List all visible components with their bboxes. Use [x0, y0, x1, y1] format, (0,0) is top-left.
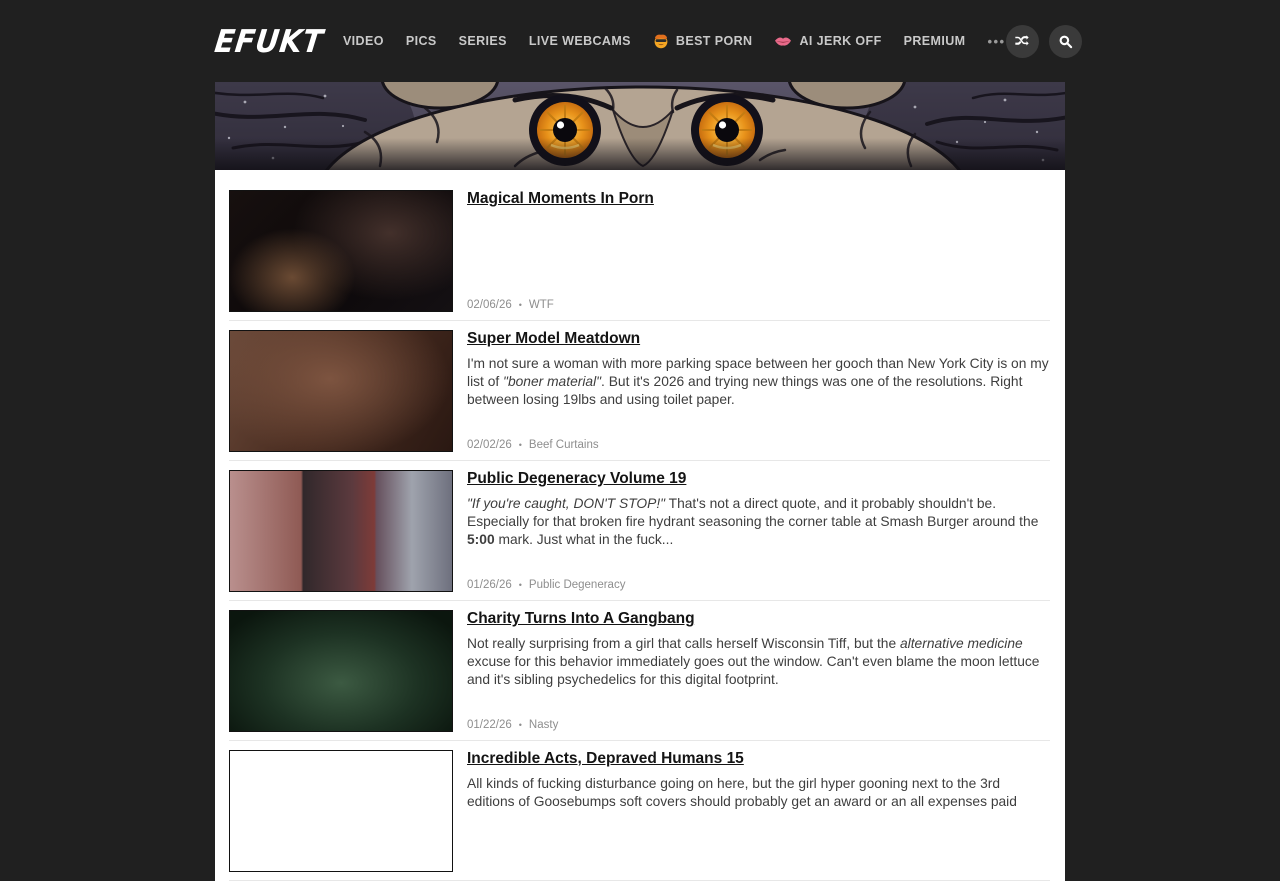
video-entry: Public Degeneracy Volume 19 "If you're c…: [229, 470, 1050, 601]
entry-body: Incredible Acts, Depraved Humans 15 All …: [467, 750, 1050, 872]
entry-body: Public Degeneracy Volume 19 "If you're c…: [467, 470, 1050, 592]
owl-illustration: [215, 82, 1065, 170]
entry-description: Not really surprising from a girl that c…: [467, 635, 1050, 689]
video-entry: Incredible Acts, Depraved Humans 15 All …: [229, 750, 1050, 881]
nav-item-label: SERIES: [459, 34, 507, 48]
nav-item-best-porn[interactable]: BEST PORN: [653, 33, 753, 49]
nav-item: BEST PORN: [653, 33, 753, 49]
video-thumbnail[interactable]: [229, 750, 453, 872]
meta-separator-dot: •: [519, 300, 522, 311]
nav-item-more[interactable]: •••: [987, 34, 1005, 49]
nav-item-ai-jerk-off[interactable]: AI JERK OFF: [774, 34, 881, 48]
video-thumbnail[interactable]: [229, 330, 453, 452]
meta-separator-dot: •: [519, 580, 522, 591]
nav-item: AI JERK OFF: [774, 34, 881, 48]
top-bar: EFUKT VIDEO PICS SERIES LIVE WEBCAMS BEST PO…: [215, 0, 1065, 82]
description-text: excuse for this behavior immediately goe…: [467, 654, 1039, 687]
nav-item-label: PICS: [406, 34, 437, 48]
nav-item: SERIES: [459, 34, 507, 48]
entry-description: I'm not sure a woman with more parking s…: [467, 355, 1050, 409]
entry-title: Incredible Acts, Depraved Humans 15: [467, 750, 1050, 768]
shuffle-button[interactable]: [1006, 25, 1039, 58]
description-text: mark. Just what in the fuck...: [495, 532, 674, 547]
nav-item-pics[interactable]: PICS: [406, 34, 437, 48]
entry-title-link[interactable]: Super Model Meatdown: [467, 330, 640, 347]
video-list: Magical Moments In Porn 02/06/26 • WTF S…: [215, 170, 1065, 881]
nav-item-label: VIDEO: [343, 34, 384, 48]
entry-date: 02/06/26: [467, 299, 512, 311]
entry-title-link[interactable]: Public Degeneracy Volume 19: [467, 470, 686, 487]
header-actions: [1006, 25, 1082, 58]
entry-title-link[interactable]: Magical Moments In Porn: [467, 190, 654, 207]
description-text: Not really surprising from a girl that c…: [467, 636, 900, 651]
entry-title-link[interactable]: Charity Turns Into A Gangbang: [467, 610, 695, 627]
video-thumbnail[interactable]: [229, 190, 453, 312]
lips-icon: [774, 35, 792, 48]
nav-item: LIVE WEBCAMS: [529, 34, 631, 48]
search-icon: [1058, 34, 1073, 49]
search-button[interactable]: [1049, 25, 1082, 58]
entry-category-link[interactable]: WTF: [529, 299, 554, 311]
logo[interactable]: EFUKT: [213, 23, 325, 60]
entry-date: 01/26/26: [467, 579, 512, 591]
description-text: "If you're caught, DON'T STOP!": [467, 496, 665, 511]
nav-item-label: •••: [987, 34, 1005, 49]
page-column: EFUKT VIDEO PICS SERIES LIVE WEBCAMS BEST PO…: [215, 0, 1065, 881]
description-text: alternative medicine: [900, 636, 1023, 651]
entry-description: "If you're caught, DON'T STOP!" That's n…: [467, 495, 1050, 549]
entry-body: Charity Turns Into A Gangbang Not really…: [467, 610, 1050, 732]
main-nav: VIDEO PICS SERIES LIVE WEBCAMS BEST PORN AI J…: [343, 33, 1006, 49]
entry-meta: 02/02/26 • Beef Curtains: [467, 439, 1050, 452]
entry-category-link[interactable]: Beef Curtains: [529, 439, 599, 451]
shuffle-icon: [1014, 33, 1030, 49]
video-entry: Magical Moments In Porn 02/06/26 • WTF: [229, 190, 1050, 321]
description-text: All kinds of fucking disturbance going o…: [467, 776, 1017, 809]
emoji-face-icon: [653, 33, 669, 49]
entry-meta: 02/06/26 • WTF: [467, 299, 1050, 312]
entry-title: Public Degeneracy Volume 19: [467, 470, 1050, 488]
nav-item-live-webcams[interactable]: LIVE WEBCAMS: [529, 34, 631, 48]
nav-item: •••: [987, 34, 1005, 49]
nav-item: PREMIUM: [904, 34, 966, 48]
banner-owl-artwork[interactable]: [215, 82, 1065, 170]
entry-title: Super Model Meatdown: [467, 330, 1050, 348]
video-thumbnail[interactable]: [229, 470, 453, 592]
entry-description: All kinds of fucking disturbance going o…: [467, 775, 1050, 811]
meta-separator-dot: •: [519, 440, 522, 451]
nav-item: VIDEO: [343, 34, 384, 48]
entry-category-link[interactable]: Nasty: [529, 719, 558, 731]
entry-meta: 01/22/26 • Nasty: [467, 719, 1050, 732]
entry-body: Super Model Meatdown I'm not sure a woma…: [467, 330, 1050, 452]
nav-item-label: AI JERK OFF: [799, 34, 881, 48]
entry-meta: 01/26/26 • Public Degeneracy: [467, 579, 1050, 592]
description-text: "boner material": [503, 374, 601, 389]
entry-title: Magical Moments In Porn: [467, 190, 1050, 208]
nav-item-series[interactable]: SERIES: [459, 34, 507, 48]
entry-body: Magical Moments In Porn 02/06/26 • WTF: [467, 190, 1050, 312]
nav-item: PICS: [406, 34, 437, 48]
nav-item-video[interactable]: VIDEO: [343, 34, 384, 48]
nav-item-label: LIVE WEBCAMS: [529, 34, 631, 48]
entry-title: Charity Turns Into A Gangbang: [467, 610, 1050, 628]
entry-date: 01/22/26: [467, 719, 512, 731]
video-thumbnail[interactable]: [229, 610, 453, 732]
nav-item-label: BEST PORN: [676, 34, 753, 48]
description-text: 5:00: [467, 532, 495, 547]
video-entry: Charity Turns Into A Gangbang Not really…: [229, 610, 1050, 741]
entry-category-link[interactable]: Public Degeneracy: [529, 579, 626, 591]
entry-title-link[interactable]: Incredible Acts, Depraved Humans 15: [467, 750, 744, 767]
entry-date: 02/02/26: [467, 439, 512, 451]
video-entry: Super Model Meatdown I'm not sure a woma…: [229, 330, 1050, 461]
nav-item-label: PREMIUM: [904, 34, 966, 48]
nav-item-premium[interactable]: PREMIUM: [904, 34, 966, 48]
meta-separator-dot: •: [519, 720, 522, 731]
